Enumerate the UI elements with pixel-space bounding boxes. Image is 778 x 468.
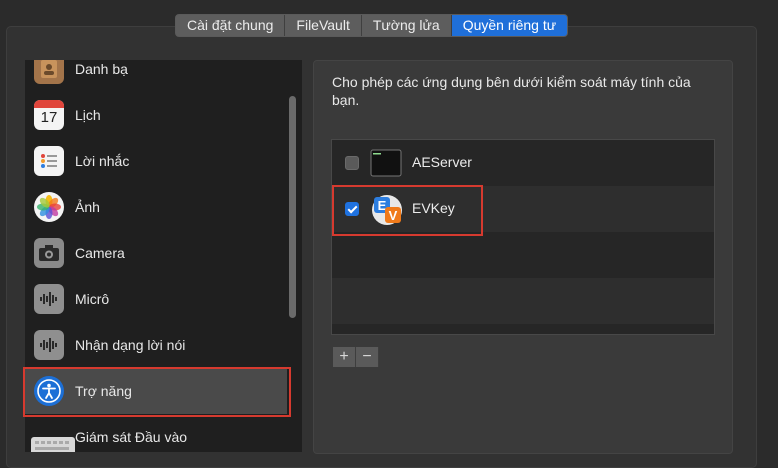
evkey-icon: EV	[370, 193, 402, 225]
contacts-icon	[34, 60, 64, 84]
reminders-icon	[34, 146, 64, 176]
sidebar-item-accessibility[interactable]: Trợ năng	[25, 368, 287, 414]
sidebar-item-label: Giám sát Đầu vào	[75, 429, 188, 445]
add-remove-controls: + −	[333, 347, 379, 367]
sidebar-item-microphone[interactable]: Micrô	[25, 276, 287, 322]
remove-button[interactable]: −	[356, 347, 379, 367]
sidebar-item-label: Danh bạ	[75, 61, 128, 77]
add-button[interactable]: +	[333, 347, 356, 367]
sidebar-scrollbar[interactable]	[289, 96, 296, 318]
app-list[interactable]: AEServer EV EVKey	[331, 139, 715, 335]
app-name: EVKey	[412, 200, 455, 216]
sidebar-item-photos[interactable]: Ảnh	[25, 184, 287, 230]
sidebar-item-label: Micrô	[75, 291, 110, 307]
sidebar-item-label: Lời nhắc	[75, 153, 130, 169]
sidebar-item-speech-recognition[interactable]: Nhận dạng lời nói	[25, 322, 287, 368]
tab-bar: Cài đặt chung FileVault Tường lửa Quyền …	[175, 14, 569, 37]
calendar-day: 17	[40, 109, 58, 126]
sidebar-item-calendar[interactable]: 17 Lịch	[25, 92, 287, 138]
app-name: AEServer	[412, 154, 472, 170]
sidebar-item-label: Lịch	[75, 107, 101, 123]
privacy-sidebar[interactable]: Danh bạ 17 Lịch Lời nhắc Ảnh Camera Micr…	[25, 60, 302, 452]
terminal-icon	[370, 147, 402, 179]
sidebar-item-label: Ảnh	[75, 199, 100, 215]
list-item	[332, 278, 714, 324]
sidebar-item-label: Camera	[75, 245, 125, 261]
sidebar-item-reminders[interactable]: Lời nhắc	[25, 138, 287, 184]
sidebar-item-input-monitoring[interactable]: Giám sát Đầu vào	[25, 414, 287, 452]
sidebar-item-label: Trợ năng	[75, 383, 132, 399]
speech-recognition-icon	[34, 330, 64, 360]
svg-text:V: V	[389, 208, 398, 223]
camera-icon	[34, 238, 64, 268]
sidebar-item-contacts[interactable]: Danh bạ	[25, 60, 287, 92]
tab-filevault[interactable]: FileVault	[285, 15, 362, 36]
evkey-checkbox[interactable]	[345, 202, 359, 216]
sidebar-item-label: Nhận dạng lời nói	[75, 337, 186, 353]
microphone-icon	[34, 284, 64, 314]
sidebar-item-camera[interactable]: Camera	[25, 230, 287, 276]
list-item	[332, 232, 714, 278]
tab-firewall[interactable]: Tường lửa	[362, 15, 452, 36]
aeserver-checkbox[interactable]	[345, 156, 359, 170]
tab-general[interactable]: Cài đặt chung	[176, 15, 286, 36]
permission-description: Cho phép các ứng dụng bên dưới kiểm soát…	[332, 74, 691, 108]
calendar-icon: 17	[34, 100, 64, 130]
tab-privacy[interactable]: Quyền riêng tư	[451, 15, 568, 36]
list-item[interactable]: AEServer	[332, 140, 714, 186]
keyboard-icon	[31, 437, 75, 452]
accessibility-icon	[34, 376, 64, 406]
photos-icon	[34, 192, 64, 222]
list-item[interactable]: EV EVKey	[332, 186, 714, 232]
